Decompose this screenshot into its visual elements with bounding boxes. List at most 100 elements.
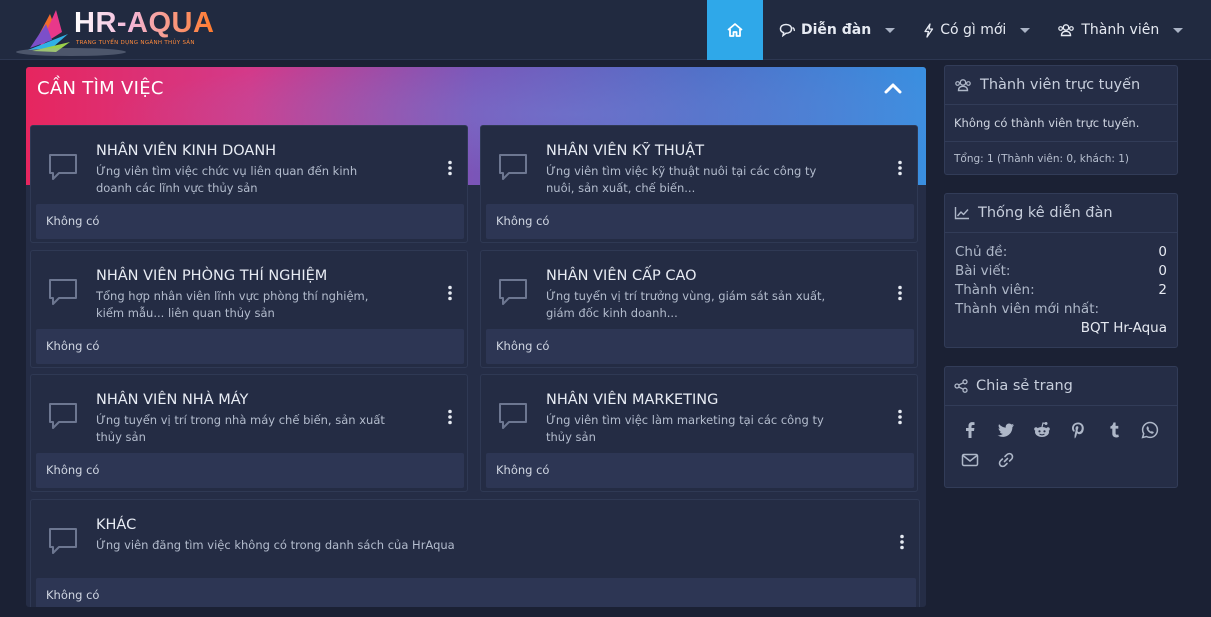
forum-card[interactable]: KHÁC Ứng viên đăng tìm việc không có tro…: [30, 499, 920, 607]
widget-header: Thành viên trực tuyến: [945, 66, 1177, 105]
chat-bubble-icon: [49, 154, 77, 180]
chat-bubble-icon: [499, 154, 527, 180]
online-members-widget: Thành viên trực tuyến Không có thành viê…: [944, 65, 1178, 175]
nav-whats-new[interactable]: Có gì mới: [923, 0, 1031, 60]
forum-title[interactable]: NHÂN VIÊN NHÀ MÁY: [96, 392, 248, 408]
forum-description: Ứng viên tìm việc kỹ thuật nuôi tại các …: [546, 164, 817, 195]
main-nav: Diễn đàn Có gì mới Thành viên: [707, 0, 1184, 60]
stat-value: 0: [1158, 244, 1167, 260]
forum-description: Ứng viên đăng tìm việc không có trong da…: [96, 538, 455, 552]
forum-title[interactable]: NHÂN VIÊN MARKETING: [546, 392, 718, 408]
pinterest-icon: [1072, 422, 1084, 439]
online-total: Tổng: 1 (Thành viên: 0, khách: 1): [945, 141, 1177, 176]
facebook-icon: [966, 422, 975, 438]
home-icon: [727, 23, 743, 37]
forum-title[interactable]: NHÂN VIÊN KINH DOANH: [96, 143, 276, 159]
more-options-icon[interactable]: [447, 160, 453, 176]
nav-forums[interactable]: Diễn đàn: [779, 0, 896, 60]
forum-title[interactable]: NHÂN VIÊN PHÒNG THÍ NGHIỆM: [96, 268, 327, 284]
share-email-button[interactable]: [960, 450, 996, 480]
forum-card[interactable]: NHÂN VIÊN NHÀ MÁY Ứng tuyển vị trí trong…: [30, 374, 468, 492]
nav-home-button[interactable]: [707, 0, 763, 60]
more-options-icon[interactable]: [447, 409, 453, 425]
forum-description: Ứng tuyển vị trí trong nhà máy chế biến,…: [96, 413, 385, 444]
forum-description: Ứng viên tìm việc làm marketing tại các …: [546, 413, 824, 444]
chevron-down-icon[interactable]: [1173, 27, 1184, 33]
users-icon: [955, 79, 971, 92]
chart-line-icon: [954, 207, 969, 220]
site-logo[interactable]: HR-AQUA TRANG TUYỂN DỤNG NGÀNH THỦY SẢN: [16, 2, 216, 58]
forum-latest: Không có: [36, 329, 464, 364]
nav-members[interactable]: Thành viên: [1057, 0, 1184, 60]
nav-whats-new-label: Có gì mới: [940, 22, 1007, 38]
nav-members-label: Thành viên: [1081, 22, 1160, 38]
share-icon: [954, 379, 968, 393]
stat-members: Thành viên: 2: [945, 281, 1177, 300]
share-reddit-button[interactable]: [1032, 420, 1068, 450]
chevron-down-icon[interactable]: [885, 27, 896, 33]
stat-newest-label: Thành viên mới nhất:: [945, 300, 1177, 319]
forum-latest: Không có: [486, 204, 914, 239]
forum-card[interactable]: NHÂN VIÊN PHÒNG THÍ NGHIỆM Tổng hợp nhân…: [30, 250, 468, 368]
forum-latest: Không có: [36, 578, 916, 607]
link-icon: [998, 452, 1014, 468]
forum-description: Ứng tuyển vị trí trưởng vùng, giám sát s…: [546, 289, 826, 320]
tumblr-icon: [1110, 422, 1119, 438]
forum-stats-widget: Thống kê diễn đàn Chủ đề: 0 Bài viết: 0 …: [944, 193, 1178, 348]
forum-latest: Không có: [486, 329, 914, 364]
forum-latest: Không có: [36, 453, 464, 488]
chevron-down-icon[interactable]: [1020, 27, 1031, 33]
share-page-widget: Chia sẻ trang: [944, 366, 1178, 488]
forum-description: Ứng viên tìm việc chức vụ liên quan đến …: [96, 164, 358, 195]
stat-threads: Chủ đề: 0: [945, 243, 1177, 262]
newest-member-link[interactable]: BQT Hr-Aqua: [945, 319, 1177, 338]
stat-label: Bài viết:: [955, 263, 1011, 279]
more-options-icon[interactable]: [899, 534, 905, 550]
forum-latest: Không có: [486, 453, 914, 488]
forum-card[interactable]: NHÂN VIÊN MARKETING Ứng viên tìm việc là…: [480, 374, 918, 492]
email-icon: [961, 453, 979, 467]
stat-value: 0: [1158, 263, 1167, 279]
chat-bubble-icon: [49, 403, 77, 429]
share-pinterest-button[interactable]: [1068, 420, 1104, 450]
forum-title[interactable]: KHÁC: [96, 517, 136, 533]
stat-label: Thành viên mới nhất:: [955, 301, 1100, 317]
chat-bubble-icon: [49, 279, 77, 305]
share-twitter-button[interactable]: [996, 420, 1032, 450]
more-options-icon[interactable]: [897, 285, 903, 301]
logo-swoosh: [16, 48, 126, 56]
widget-title[interactable]: Thành viên trực tuyến: [980, 77, 1140, 93]
chat-bubble-icon: [499, 279, 527, 305]
bolt-icon: [924, 22, 934, 38]
category-title[interactable]: CẦN TÌM VIỆC: [37, 78, 164, 99]
collapse-icon[interactable]: [884, 81, 902, 95]
logo-text: HR-AQUA: [74, 7, 215, 39]
share-buttons: [945, 406, 1177, 480]
share-facebook-button[interactable]: [960, 420, 996, 450]
share-tumblr-button[interactable]: [1104, 420, 1140, 450]
more-options-icon[interactable]: [897, 409, 903, 425]
widget-header: Chia sẻ trang: [945, 367, 1177, 406]
share-link-button[interactable]: [996, 450, 1032, 480]
forum-title[interactable]: NHÂN VIÊN CẤP CAO: [546, 268, 697, 284]
whatsapp-icon: [1141, 421, 1159, 439]
forum-card[interactable]: NHÂN VIÊN KỸ THUẬT Ứng viên tìm việc kỹ …: [480, 125, 918, 243]
users-icon: [1058, 24, 1075, 37]
category-block: CẦN TÌM VIỆC NHÂN VIÊN KINH DOANH Ứng vi…: [26, 67, 926, 607]
forum-title[interactable]: NHÂN VIÊN KỸ THUẬT: [546, 143, 704, 159]
widget-title: Chia sẻ trang: [976, 378, 1073, 394]
logo-tagline: TRANG TUYỂN DỤNG NGÀNH THỦY SẢN: [76, 40, 195, 46]
nav-forums-label: Diễn đàn: [801, 22, 872, 38]
twitter-icon: [997, 423, 1014, 437]
widget-header: Thống kê diễn đàn: [945, 194, 1177, 233]
more-options-icon[interactable]: [447, 285, 453, 301]
share-whatsapp-button[interactable]: [1140, 420, 1176, 450]
reddit-icon: [1034, 422, 1050, 437]
forum-card[interactable]: NHÂN VIÊN CẤP CAO Ứng tuyển vị trí trưởn…: [480, 250, 918, 368]
forum-card[interactable]: NHÂN VIÊN KINH DOANH Ứng viên tìm việc c…: [30, 125, 468, 243]
stat-label: Chủ đề:: [955, 244, 1008, 260]
widget-title: Thống kê diễn đàn: [978, 205, 1113, 221]
chat-bubble-icon: [499, 403, 527, 429]
more-options-icon[interactable]: [897, 160, 903, 176]
online-empty-text: Không có thành viên trực tuyến.: [954, 116, 1140, 130]
